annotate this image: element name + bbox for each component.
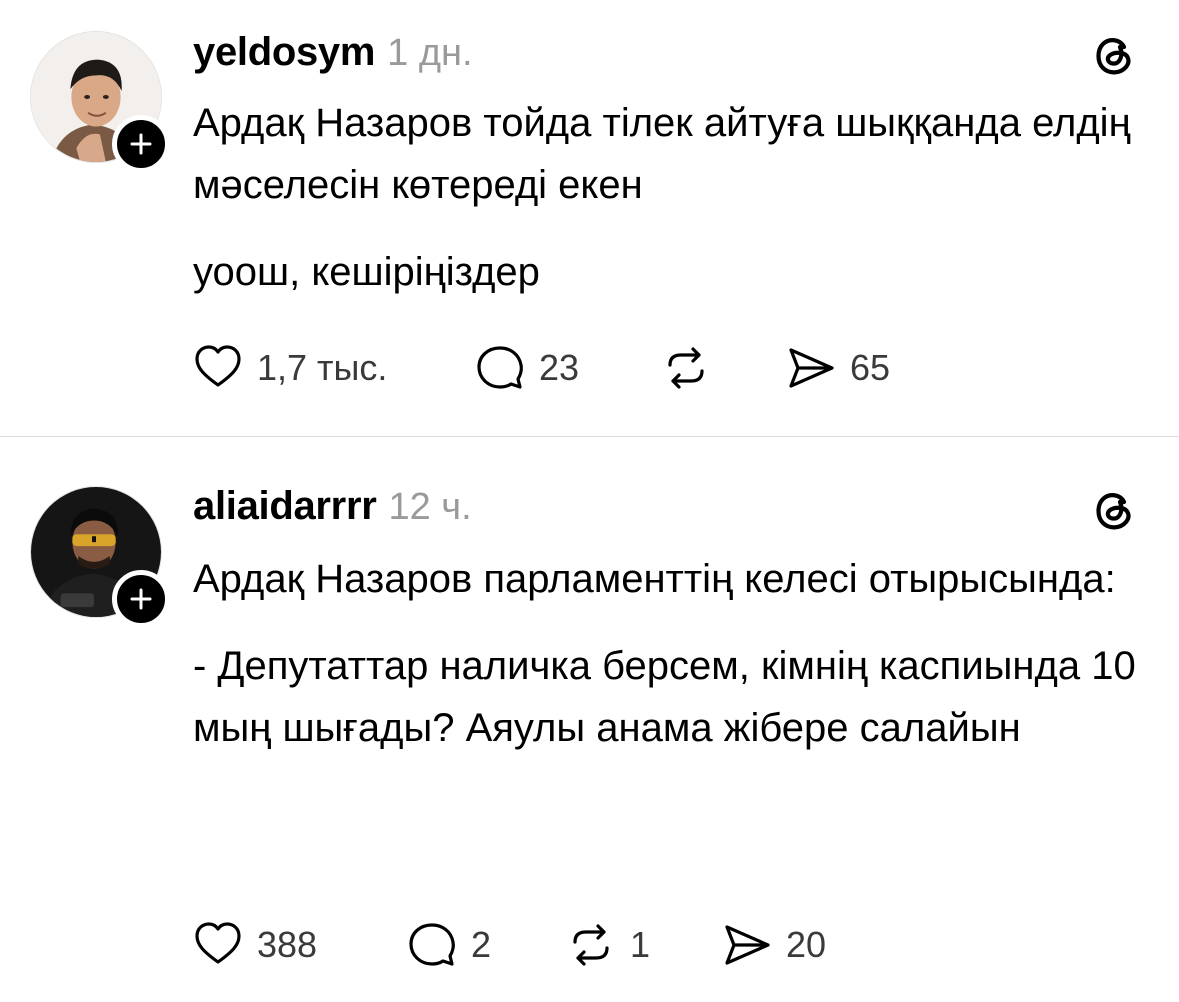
share-button[interactable]: 65 <box>786 338 890 398</box>
reply-button[interactable]: 2 <box>407 915 491 975</box>
post-paragraph: Ардақ Назаров тойда тілек айтуға шыққанд… <box>193 101 1131 207</box>
threads-logo-icon[interactable] <box>1088 485 1140 537</box>
avatar-container[interactable] <box>30 31 170 173</box>
username[interactable]: aliaidarrrr <box>193 484 377 529</box>
post-paragraph: Ардақ Назаров парламенттің келесі отырыс… <box>193 557 1116 601</box>
reply-button[interactable]: 23 <box>475 338 579 398</box>
repost-arrows-icon <box>573 924 609 966</box>
thread-post: aliaidarrrr 12 ч. Ардақ Назаров парламен… <box>0 437 1179 1002</box>
avatar-container[interactable] <box>30 486 170 628</box>
reply-count: 2 <box>471 924 492 965</box>
reply-count: 23 <box>539 347 580 388</box>
post-header: aliaidarrrr 12 ч. <box>193 484 472 529</box>
post-text: Ардақ Назаров парламенттің келесі отырыс… <box>193 548 1153 759</box>
post-header: yeldosym 1 дн. <box>193 30 473 75</box>
post-text: Ардақ Назаров тойда тілек айтуға шыққанд… <box>193 92 1153 303</box>
paper-plane-icon <box>725 925 770 965</box>
like-button[interactable]: 1,7 тыс. <box>193 338 387 398</box>
repost-count: 1 <box>630 924 651 965</box>
share-count: 65 <box>850 347 891 388</box>
follow-button[interactable] <box>112 570 170 628</box>
repost-arrows-icon <box>668 347 704 389</box>
post-time: 1 дн. <box>387 32 473 74</box>
post-paragraph: уоош, кешіріңіздер <box>193 250 540 294</box>
plus-icon <box>130 588 152 610</box>
share-count: 20 <box>786 924 827 965</box>
paper-plane-icon <box>789 348 834 388</box>
speech-bubble-icon <box>477 346 523 389</box>
follow-button[interactable] <box>112 115 170 173</box>
threads-feed: yeldosym 1 дн. Ардақ Назаров тойда тілек… <box>0 0 1179 1002</box>
like-button[interactable]: 388 <box>193 915 317 975</box>
repost-button[interactable] <box>661 338 725 398</box>
like-count: 388 <box>257 924 318 965</box>
like-count: 1,7 тыс. <box>257 347 388 388</box>
username[interactable]: yeldosym <box>193 30 375 75</box>
post-paragraph: - Депутаттар наличка берсем, кімнің касп… <box>193 644 1136 750</box>
thread-post: yeldosym 1 дн. Ардақ Назаров тойда тілек… <box>0 0 1179 436</box>
heart-icon <box>195 345 241 387</box>
speech-bubble-icon <box>409 923 455 966</box>
plus-icon <box>130 133 152 155</box>
heart-icon <box>195 922 241 964</box>
share-button[interactable]: 20 <box>722 915 826 975</box>
post-time: 12 ч. <box>388 486 472 528</box>
threads-logo-icon[interactable] <box>1088 30 1140 82</box>
repost-button[interactable]: 1 <box>566 915 650 975</box>
